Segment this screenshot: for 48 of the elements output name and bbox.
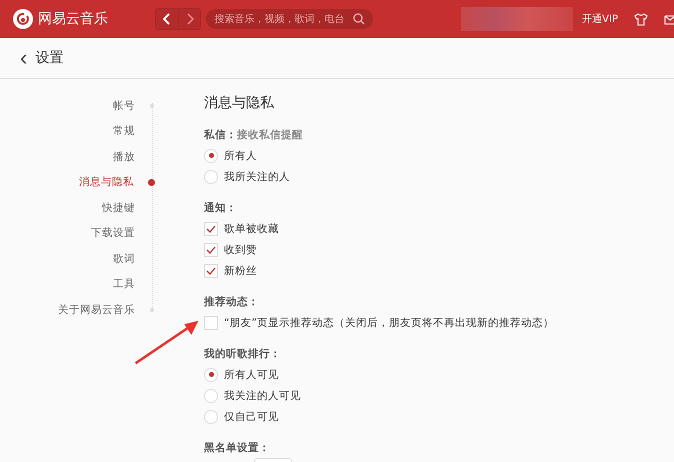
section-title: 消息与隐私 [204, 94, 275, 112]
radio-button[interactable] [204, 388, 218, 402]
option-label: 歌单被收藏 [224, 222, 279, 236]
forward-button[interactable] [178, 9, 200, 29]
sidebar-item[interactable]: 歌词 [113, 252, 135, 266]
radio-button[interactable] [204, 170, 218, 184]
option-label: 我关注的人可见 [224, 388, 301, 402]
sidebar-item[interactable]: 帐号 [113, 98, 135, 113]
setting-label: 黑名单设置： [204, 442, 270, 454]
mail-icon[interactable] [664, 13, 674, 25]
setting-note: 接收私信提醒 [237, 129, 303, 141]
logo-icon [13, 9, 33, 29]
sidebar-item[interactable]: 播放 [113, 150, 135, 164]
radio-button[interactable] [204, 148, 218, 162]
app-name: 网易云音乐 [38, 10, 109, 28]
chevron-right-icon [186, 13, 194, 25]
setting-label: 我的听歌排行： [204, 348, 281, 360]
radio-button[interactable] [204, 368, 218, 382]
setting-label: 私信： [204, 129, 237, 141]
radio-button[interactable] [204, 410, 218, 424]
sidebar-item[interactable]: 常规 [113, 124, 135, 138]
checkbox[interactable] [204, 316, 218, 330]
page-title: 设置 [35, 49, 64, 67]
option-label: 所有人可见 [224, 368, 279, 382]
shirt-icon[interactable] [634, 12, 648, 26]
option-label: 我所关注的人 [224, 170, 290, 184]
sidebar-item[interactable]: 下载设置 [91, 226, 135, 240]
vip-link[interactable]: 开通VIP [582, 12, 618, 26]
option-label: 所有人 [224, 148, 257, 162]
back-button[interactable]: ‹ [20, 47, 28, 69]
sidebar-item[interactable]: 消息与隐私 [79, 175, 134, 190]
search-icon [352, 13, 365, 25]
sidebar-item[interactable]: 快捷键 [102, 200, 135, 215]
checkbox[interactable] [204, 242, 218, 256]
nav-dot [148, 178, 155, 186]
checkbox[interactable] [204, 222, 218, 236]
setting-label: 通知： [204, 202, 237, 214]
annotation-arrow [134, 319, 200, 365]
back-button[interactable] [156, 9, 178, 29]
sidebar-item[interactable]: 工具 [113, 277, 135, 292]
option-label: 收到赞 [224, 242, 257, 256]
option-label: “朋友”页显示推荐动态（关闭后，朋友页将不再出现新的推荐动态） [224, 316, 554, 330]
chevron-left-icon [163, 13, 172, 25]
option-label: 新粉丝 [224, 264, 257, 278]
checkbox[interactable] [204, 264, 218, 278]
setting-label: 推荐动态： [204, 296, 259, 308]
option-label: 仅自己可见 [224, 410, 279, 424]
sidebar-item[interactable]: 关于网易云音乐 [58, 302, 135, 317]
